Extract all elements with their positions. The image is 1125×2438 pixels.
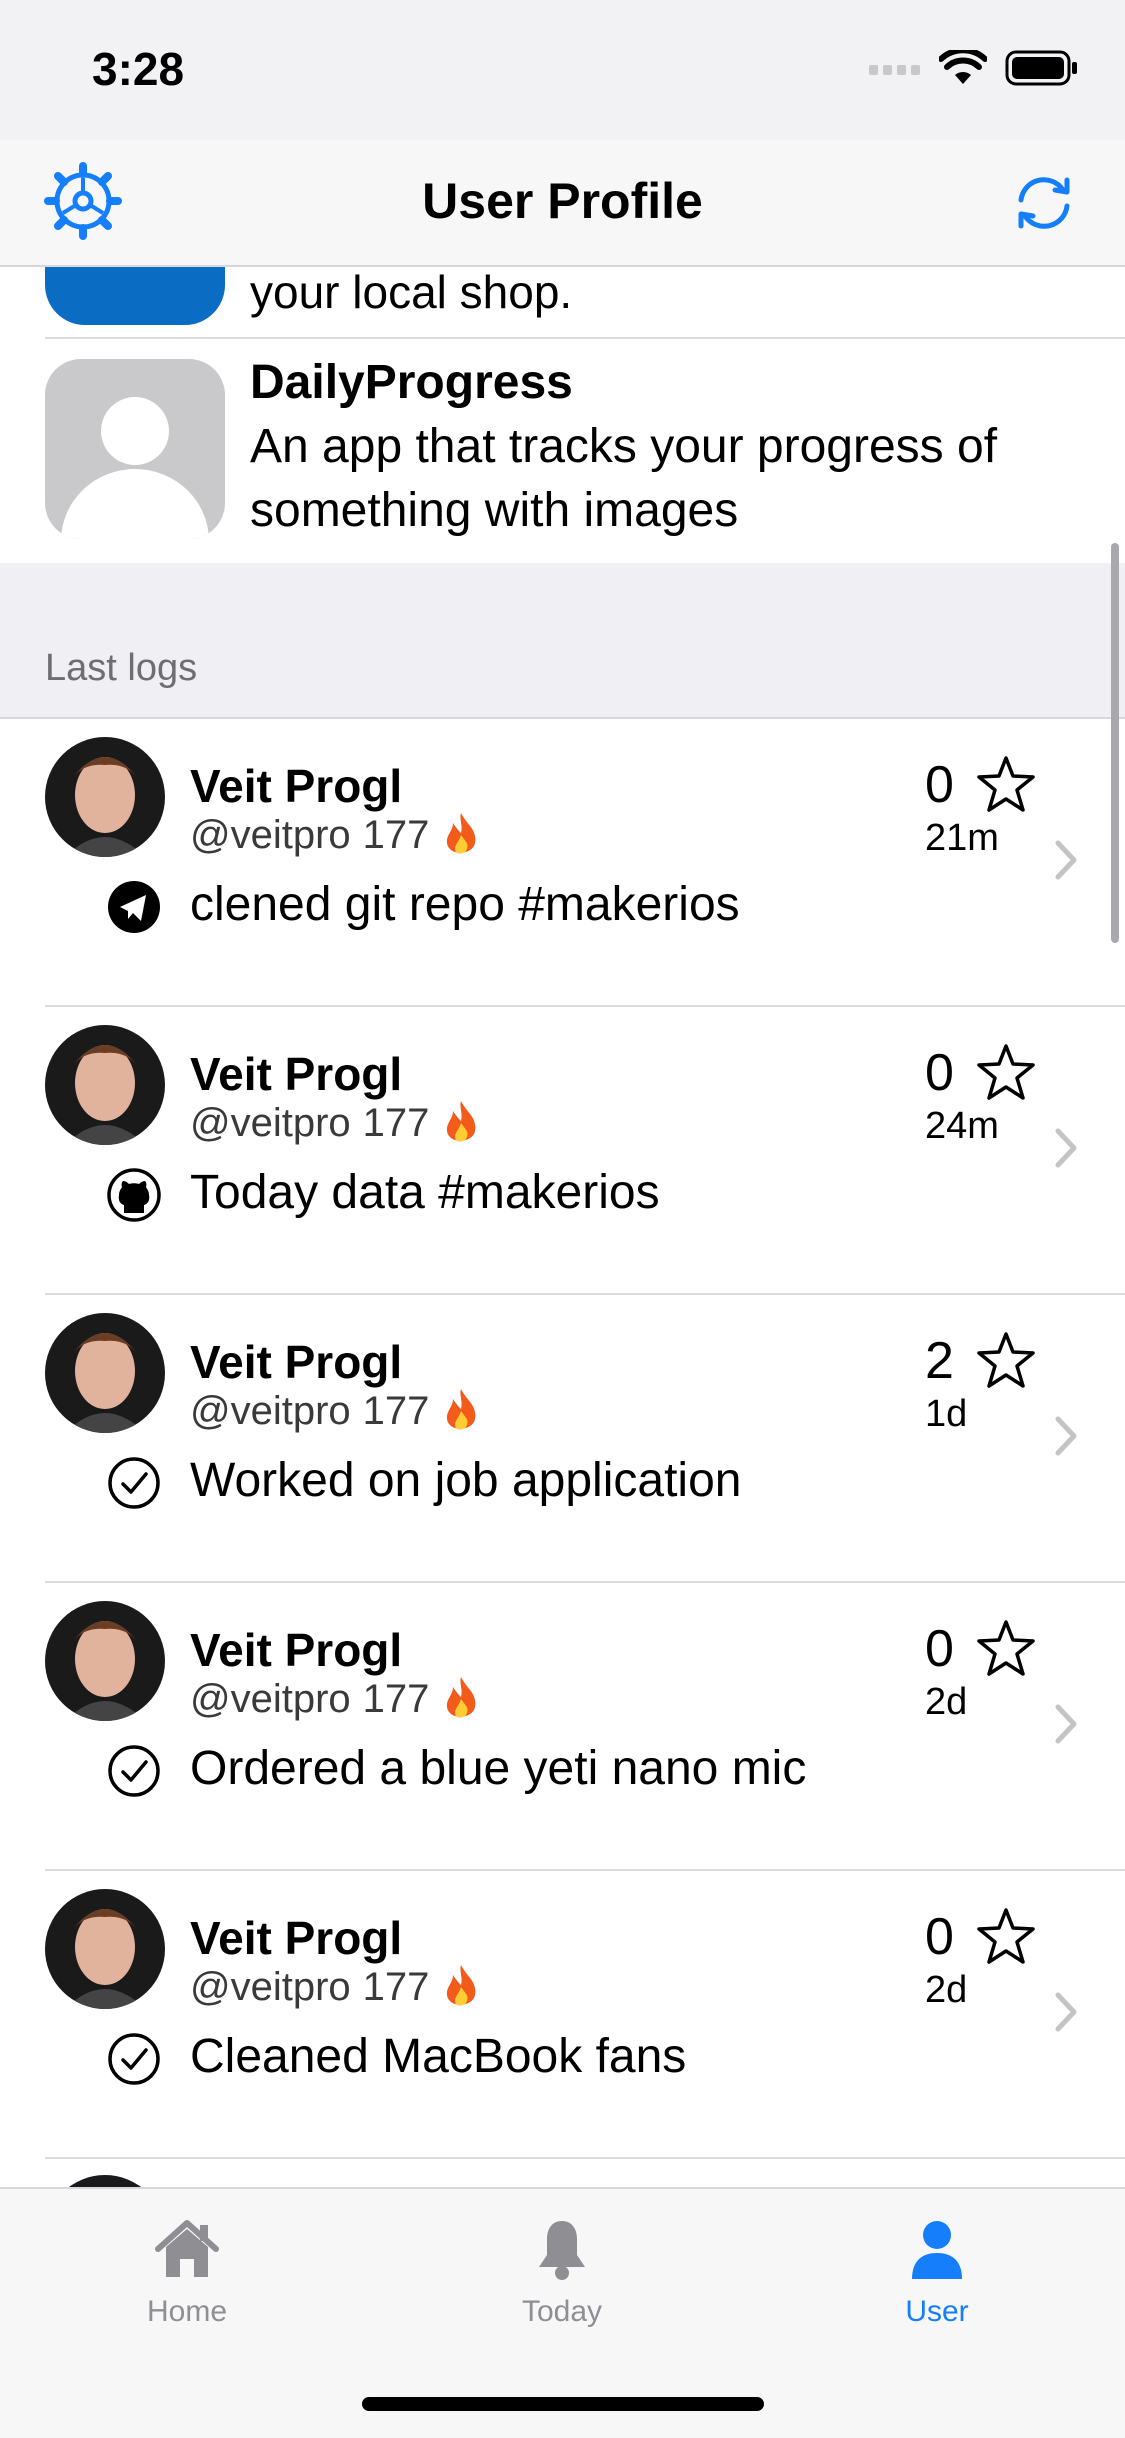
avatar — [45, 2175, 165, 2187]
avatar — [45, 1889, 165, 2009]
nav-bar: User Profile — [0, 140, 1125, 267]
log-user-handle: @veitpro 177 — [190, 811, 481, 859]
star-count: 0 — [925, 1620, 954, 1678]
log-text: Today data #makerios — [190, 1166, 660, 1219]
avatar — [45, 737, 165, 857]
handle-text: @veitpro — [190, 1100, 351, 1145]
log-user-handle: @veitpro 177 — [190, 1675, 481, 1723]
star-icon[interactable] — [976, 1331, 1036, 1389]
chevron-right-icon — [1055, 1128, 1077, 1168]
log-time: 24m — [925, 1105, 999, 1147]
star-icon[interactable] — [976, 755, 1036, 813]
status-icons — [869, 50, 1079, 86]
star-icon[interactable] — [976, 1907, 1036, 1965]
tab-label: User — [905, 2295, 969, 2328]
star-count: 0 — [925, 1908, 954, 1966]
log-time: 2d — [925, 1969, 968, 2011]
telegram-icon — [108, 881, 160, 933]
chevron-right-icon — [1055, 1704, 1077, 1744]
log-user-name: Veit Progl — [190, 1624, 403, 1676]
log-time: 1d — [925, 1393, 968, 1435]
scroll-indicator[interactable] — [1111, 543, 1119, 943]
chevron-right-icon — [1055, 840, 1077, 880]
log-time: 2d — [925, 1681, 968, 1723]
row-separator — [45, 2157, 1125, 2159]
battery-icon — [1005, 50, 1077, 86]
log-user-handle: @veitpro 177 — [190, 1387, 481, 1435]
bell-icon — [539, 2221, 585, 2280]
fire-icon — [447, 1965, 476, 2006]
handle-text: @veitpro — [190, 1676, 351, 1721]
page-title: User Profile — [422, 173, 703, 229]
chevron-right-icon — [1055, 1992, 1077, 2032]
chevron-right-icon — [1055, 1416, 1077, 1456]
handle-text: @veitpro — [190, 1964, 351, 2009]
refresh-icon[interactable] — [1011, 170, 1077, 236]
project-row[interactable]: DailyProgress An app that tracks your pr… — [0, 339, 1125, 565]
profile-scroll-view[interactable]: your local shop. DailyProgress An app th… — [0, 265, 1125, 2187]
log-row[interactable]: Veit Progl @veitpro 177 0 2d Cleaned Mac… — [0, 1871, 1125, 2159]
fire-icon — [447, 1677, 476, 1718]
star-count: 0 — [925, 1044, 954, 1102]
project-description: your local shop. — [250, 266, 573, 318]
check-circle-icon — [108, 1457, 160, 1509]
log-text: clened git repo #makerios — [190, 878, 740, 931]
section-title: Last logs — [45, 647, 198, 689]
status-time: 3:28 — [92, 43, 185, 95]
tab-label: Home — [146, 2295, 228, 2328]
log-text: Worked on job application — [190, 1454, 742, 1507]
log-user-handle: @veitpro 177 — [190, 1099, 481, 1147]
log-row[interactable]: Veit Progl @veitpro 177 0 21m clened git… — [0, 719, 1125, 1007]
star-icon[interactable] — [976, 1043, 1036, 1101]
project-row[interactable]: your local shop. — [45, 265, 1125, 339]
streak-count: 177 — [362, 1100, 430, 1145]
log-user-name: Veit Progl — [190, 1048, 403, 1100]
fire-icon — [447, 1101, 476, 1142]
check-circle-icon — [108, 1745, 160, 1797]
project-name: DailyProgress — [250, 356, 573, 409]
log-user-name: Veit Progl — [190, 1912, 403, 1964]
streak-count: 177 — [362, 1964, 430, 2009]
app-icon — [45, 265, 225, 325]
avatar — [45, 1025, 165, 1145]
star-count: 2 — [925, 1332, 954, 1390]
avatar — [45, 1601, 165, 1721]
placeholder-person-icon — [45, 359, 225, 539]
log-user-name: Veit Progl — [190, 760, 403, 812]
streak-count: 177 — [362, 1676, 430, 1721]
wifi-icon — [939, 50, 987, 84]
log-text: Cleaned MacBook fans — [190, 2030, 687, 2083]
github-icon — [107, 1168, 161, 1222]
tab-home[interactable]: Home — [87, 2217, 287, 2329]
avatar — [45, 1313, 165, 1433]
handle-text: @veitpro — [190, 1388, 351, 1433]
tab-user[interactable]: User — [837, 2217, 1037, 2329]
home-icon — [155, 2220, 219, 2277]
log-row[interactable]: Veit Progl @veitpro 177 0 2d Ordered a b… — [0, 1583, 1125, 1871]
star-count: 0 — [925, 756, 954, 814]
log-user-handle: @veitpro 177 — [190, 1963, 481, 2011]
fire-icon — [447, 813, 476, 854]
log-row[interactable]: Veit Progl @veitpro 177 0 24m Today data… — [0, 1007, 1125, 1295]
log-row[interactable]: Veit Progl @veitpro 177 2 1d Worked on j… — [0, 1295, 1125, 1583]
tab-today[interactable]: Today — [462, 2217, 662, 2329]
streak-count: 177 — [362, 812, 430, 857]
person-icon — [912, 2221, 962, 2279]
streak-count: 177 — [362, 1388, 430, 1433]
check-circle-icon — [108, 2033, 160, 2085]
signal-icon — [869, 65, 920, 75]
log-user-name: Veit Progl — [190, 1336, 403, 1388]
project-description: An app that tracks your progress of some… — [250, 420, 998, 537]
log-text: Ordered a blue yeti nano mic — [190, 1742, 807, 1795]
tab-label: Today — [521, 2295, 603, 2328]
status-bar: 3:28 — [0, 0, 1125, 140]
handle-text: @veitpro — [190, 812, 351, 857]
fire-icon — [447, 1389, 476, 1430]
log-time: 21m — [925, 817, 999, 859]
star-icon[interactable] — [976, 1619, 1036, 1677]
home-indicator[interactable] — [362, 2397, 764, 2411]
section-header: Last logs — [0, 563, 1125, 719]
